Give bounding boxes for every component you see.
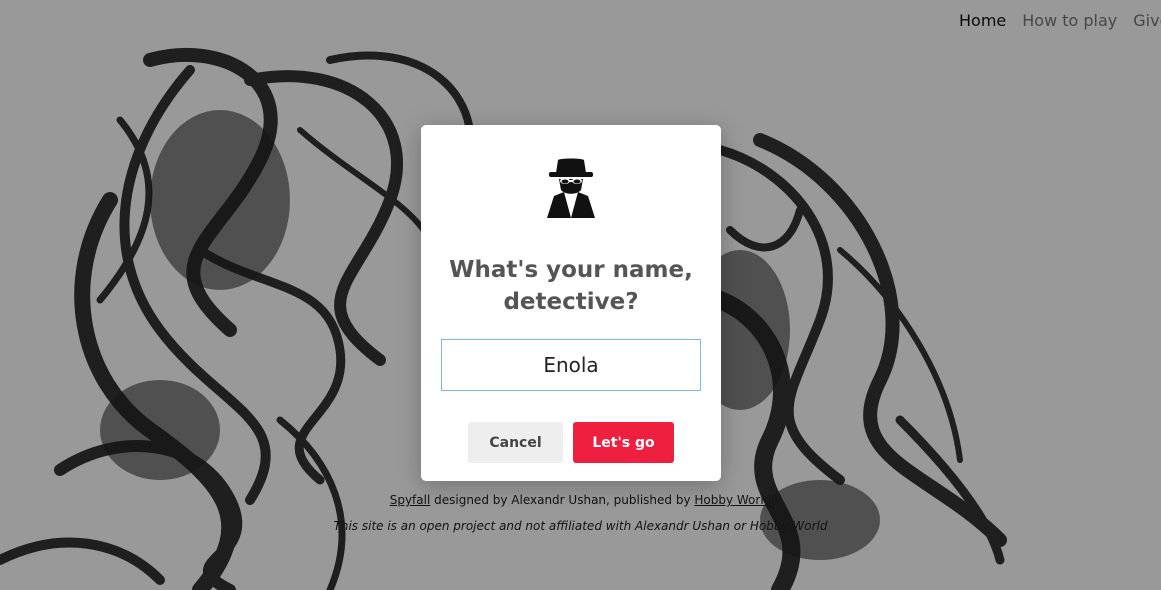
dialog-title: What's your name, detective? [449, 257, 693, 315]
name-dialog: What's your name, detective? Cancel Let'… [421, 125, 721, 481]
lets-go-button[interactable]: Let's go [573, 422, 674, 463]
spy-icon [547, 158, 595, 218]
detective-name-input[interactable] [441, 339, 701, 391]
cancel-button[interactable]: Cancel [468, 422, 563, 463]
